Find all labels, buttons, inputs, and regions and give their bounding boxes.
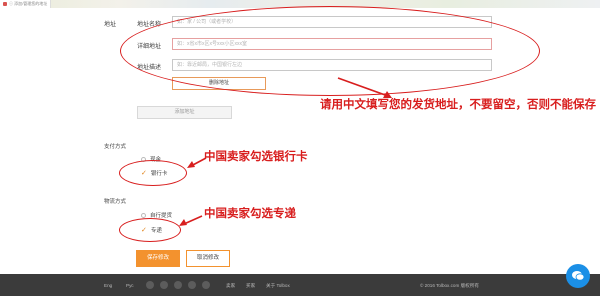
address-section-label: 地址 — [104, 22, 117, 28]
radio-icon[interactable] — [141, 212, 146, 218]
address-name-label: 地址名称 — [137, 22, 162, 28]
delete-address-button[interactable]: 删除地址 — [172, 77, 266, 90]
social-icon[interactable] — [160, 281, 168, 289]
payment-option-bank-card[interactable]: ✓ 银行卡 — [141, 169, 168, 178]
detail-address-label: 详细地址 — [137, 44, 162, 50]
footer-copyright: © 2016 Tolbox.com 版权所有 — [420, 283, 479, 288]
delivery-section-title: 物流方式 — [104, 199, 127, 205]
chat-button[interactable] — [566, 264, 590, 288]
payment-option-cash[interactable]: 现金 — [141, 155, 161, 163]
footer: Eng Рус 卖家 买家 关于 Tolbox © 2016 Tolbox.co… — [0, 274, 600, 296]
delivery-express-label: 专递 — [150, 228, 162, 234]
footer-link-buyer[interactable]: 买家 — [246, 283, 255, 289]
map-banner — [0, 0, 600, 8]
chat-bubble-icon — [572, 271, 585, 281]
browser-tab[interactable]: ⓘ 添加/管理您的地址 — [0, 0, 52, 8]
delivery-option-express[interactable]: ✓ 专递 — [141, 226, 162, 235]
lang-russian-link[interactable]: Рус — [126, 283, 134, 288]
footer-link-seller[interactable]: 卖家 — [226, 283, 235, 289]
delivery-option-pickup[interactable]: 自行提货 — [141, 211, 172, 219]
footer-link-about[interactable]: 关于 Tolbox — [266, 283, 290, 289]
social-icon[interactable] — [174, 281, 182, 289]
payment-bank-label: 银行卡 — [150, 171, 168, 177]
delivery-annotation: 中国卖家勾选专递 — [204, 206, 296, 220]
lang-english-link[interactable]: Eng — [104, 283, 112, 288]
delivery-pickup-label: 自行提货 — [150, 213, 173, 219]
address-annotation: 请用中文填写您的发货地址，不要留空，否则不能保存 — [320, 97, 596, 111]
address-description-input[interactable]: 如：靠近邮局，中国银行左边 — [172, 59, 492, 71]
delivery-arrow-icon — [179, 215, 203, 226]
add-address-button[interactable]: 添加地址 — [137, 106, 232, 119]
address-description-label: 地址描述 — [137, 65, 162, 71]
save-changes-button[interactable]: 保存修改 — [136, 250, 180, 267]
payment-cash-label: 现金 — [150, 157, 162, 163]
check-icon[interactable]: ✓ — [141, 227, 147, 234]
payment-section-title: 支付方式 — [104, 144, 127, 150]
radio-icon[interactable] — [141, 156, 146, 162]
detail-address-input[interactable]: 如：x省x市x区x号xxx小区xxx室 — [172, 38, 492, 50]
tab-title: ⓘ 添加/管理您的地址 — [9, 1, 48, 6]
address-name-input[interactable]: 如：家 / 公司（或者学校） — [172, 16, 492, 28]
cancel-changes-button[interactable]: 取消修改 — [186, 250, 230, 267]
favicon-icon — [3, 2, 7, 6]
social-icon[interactable] — [146, 281, 154, 289]
social-icon[interactable] — [188, 281, 196, 289]
social-icon[interactable] — [202, 281, 210, 289]
check-icon[interactable]: ✓ — [141, 170, 147, 177]
payment-annotation: 中国卖家勾选银行卡 — [204, 149, 308, 163]
